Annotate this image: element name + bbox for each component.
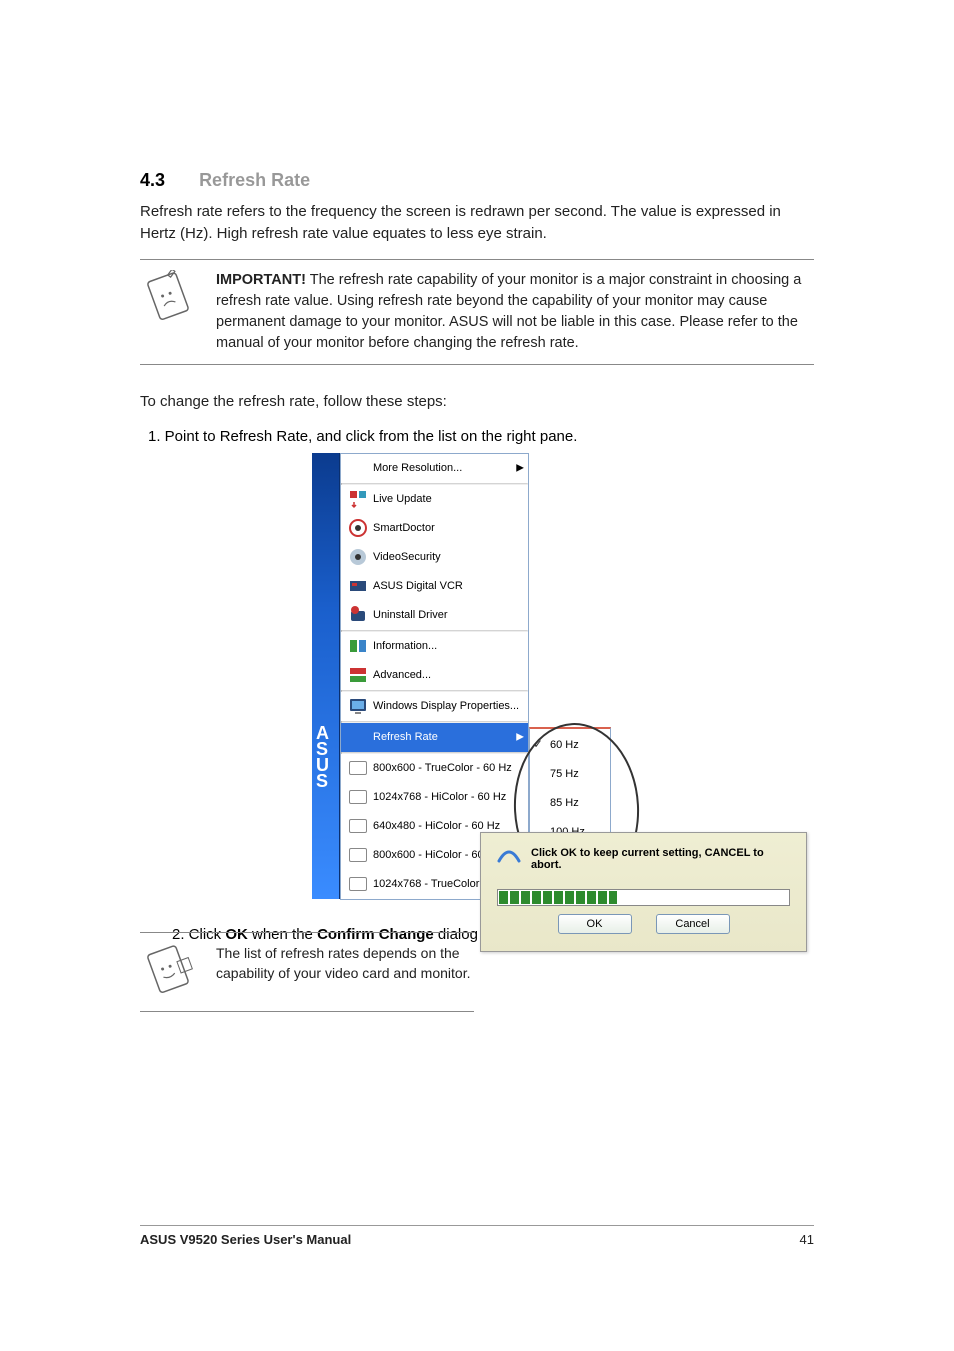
step-1: 1. Point to Refresh Rate, and click from… — [148, 426, 814, 449]
menu-item-more-resolution[interactable]: More Resolution... ▶ — [341, 454, 528, 483]
progress-bar — [497, 889, 790, 906]
page-footer: ASUS V9520 Series User's Manual 41 — [140, 1225, 814, 1247]
note-icon — [140, 270, 198, 328]
menu-item-live-update[interactable]: Live Update — [341, 485, 528, 514]
subheading: To change the refresh rate, follow these… — [140, 391, 814, 413]
progress-fill — [499, 891, 617, 904]
menu-item-refresh-rate[interactable]: Refresh Rate ▶ — [341, 723, 528, 752]
confirm-message: Click OK to keep current setting, CANCEL… — [531, 847, 790, 871]
monitor-icon — [346, 694, 370, 718]
menu-item-display-props[interactable]: Windows Display Properties... — [341, 692, 528, 721]
menu-item-information[interactable]: Information... — [341, 632, 528, 661]
menu-item-videosecurity[interactable]: VideoSecurity — [341, 543, 528, 572]
monitor-icon — [346, 814, 370, 838]
check-icon: ✓ — [533, 737, 543, 751]
monitor-icon — [346, 785, 370, 809]
footer-page-number: 41 — [800, 1232, 814, 1247]
menu-item-digital-vcr[interactable]: ASUS Digital VCR — [341, 572, 528, 601]
live-update-icon — [346, 487, 370, 511]
footer-title: ASUS V9520 Series User's Manual — [140, 1232, 351, 1247]
note-icon — [140, 943, 198, 1001]
menu-item-preset-1[interactable]: 800x600 - TrueColor - 60 Hz — [341, 754, 528, 783]
note-text: The list of refresh rates depends on the… — [216, 943, 474, 984]
section-number: 4.3 — [140, 170, 165, 190]
menu-item-preset-2[interactable]: 1024x768 - HiColor - 60 Hz — [341, 783, 528, 812]
info-note: The list of refresh rates depends on the… — [140, 932, 474, 1012]
sub-item-75hz[interactable]: 75 Hz — [530, 760, 610, 789]
advanced-icon — [346, 663, 370, 687]
important-note: IMPORTANT! The refresh rate capability o… — [140, 259, 814, 365]
intro-paragraph: Refresh rate refers to the frequency the… — [140, 201, 814, 245]
confirm-dialog: Click OK to keep current setting, CANCEL… — [480, 832, 807, 952]
monitor-icon — [346, 872, 370, 896]
menu-item-uninstall[interactable]: Uninstall Driver — [341, 601, 528, 630]
information-icon — [346, 634, 370, 658]
cancel-button[interactable]: Cancel — [656, 914, 730, 934]
section-heading: 4.3 Refresh Rate — [140, 170, 814, 191]
uninstall-icon — [346, 603, 370, 627]
note-lead: IMPORTANT! — [216, 272, 306, 288]
videosecurity-icon — [346, 545, 370, 569]
vcr-icon — [346, 574, 370, 598]
monitor-icon — [346, 843, 370, 867]
ok-button[interactable]: OK — [558, 914, 632, 934]
asus-logo-icon — [497, 847, 521, 871]
note-text: IMPORTANT! The refresh rate capability o… — [216, 270, 814, 354]
sub-item-60hz[interactable]: ✓ 60 Hz — [530, 731, 610, 760]
chevron-right-icon: ▶ — [516, 463, 524, 474]
menu-item-advanced[interactable]: Advanced... — [341, 661, 528, 690]
chevron-right-icon: ▶ — [516, 732, 524, 743]
smartdoctor-icon — [346, 516, 370, 540]
asus-sidebar: ASUS — [312, 453, 340, 899]
sub-item-85hz[interactable]: 85 Hz — [530, 789, 610, 818]
monitor-icon — [346, 756, 370, 780]
menu-item-smartdoctor[interactable]: SmartDoctor — [341, 514, 528, 543]
section-title: Refresh Rate — [199, 170, 310, 190]
